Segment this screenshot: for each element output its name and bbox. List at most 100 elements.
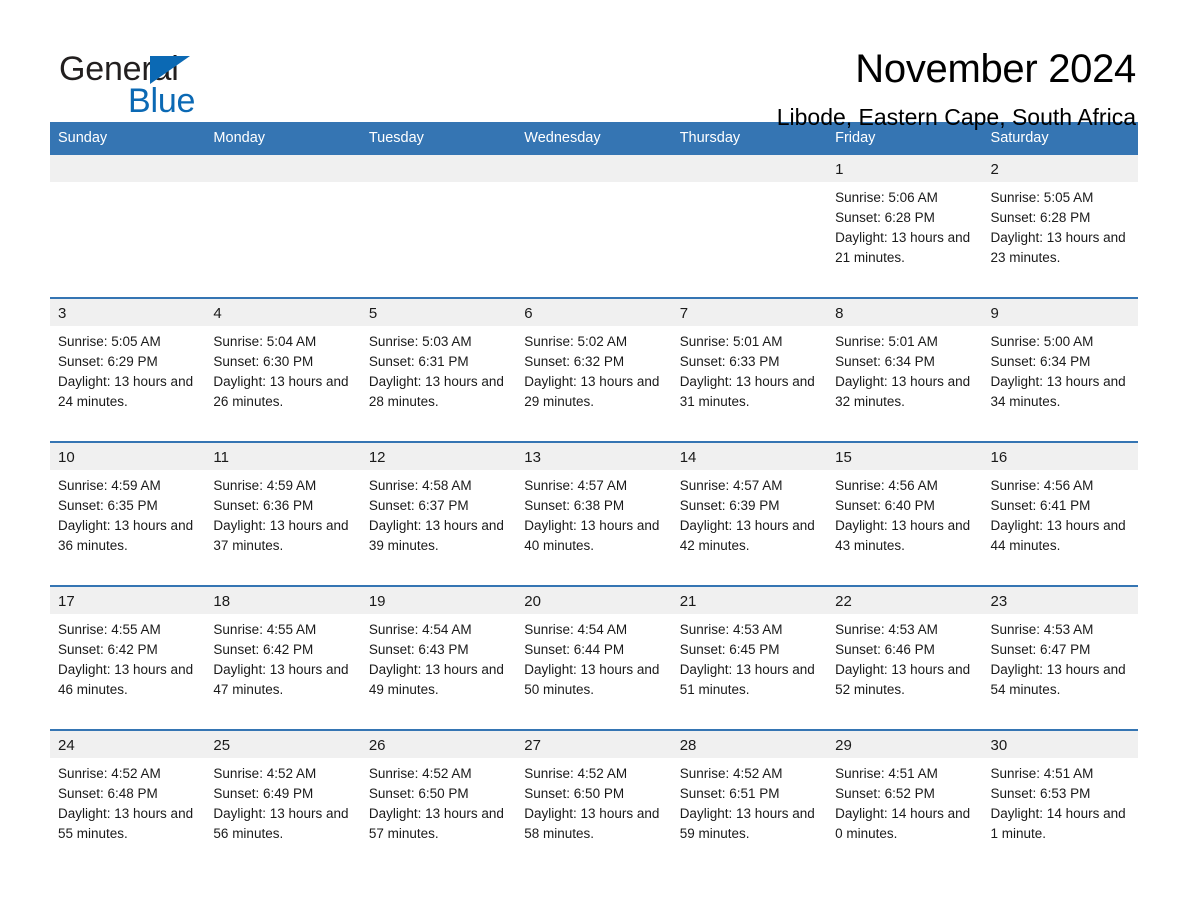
day-cell-inner: 5 Sunrise: 5:03 AM Sunset: 6:31 PM Daylight… <box>360 299 517 432</box>
calendar-week-row: 10 Sunrise: 4:59 AM Sunset: 6:35 PM Dayligh… <box>50 441 1138 576</box>
week-spacer <box>50 288 1138 298</box>
calendar-day-cell[interactable]: 2 Sunrise: 5:05 AM Sunset: 6:28 PM Daylight… <box>982 155 1138 288</box>
sunrise-text: Sunrise: 4:56 AM <box>835 478 938 493</box>
daylight-text: Daylight: 13 hours and 59 minutes. <box>679 806 815 841</box>
day-number: 19 <box>360 587 517 614</box>
day-cell-inner: 12 Sunrise: 4:58 AM Sunset: 6:37 PM Dayligh… <box>360 443 517 576</box>
daylight-text: Daylight: 13 hours and 32 minutes. <box>835 374 971 409</box>
day-cell-inner: 26 Sunrise: 4:52 AM Sunset: 6:50 PM Dayligh… <box>360 731 517 864</box>
sunrise-text: Sunrise: 4:53 AM <box>990 622 1094 637</box>
calendar-day-cell[interactable]: 7 Sunrise: 5:01 AM Sunset: 6:33 PM Daylight… <box>671 297 828 432</box>
day-cell-inner: 24 Sunrise: 4:52 AM Sunset: 6:48 PM Dayligh… <box>50 731 206 864</box>
calendar-day-cell[interactable]: 22 Sunrise: 4:53 AM Sunset: 6:46 PM Dayligh… <box>827 585 983 720</box>
sunset-text: Sunset: 6:34 PM <box>835 354 935 369</box>
daylight-text: Daylight: 13 hours and 26 minutes. <box>213 374 349 409</box>
calendar-day-cell[interactable]: 18 Sunrise: 4:55 AM Sunset: 6:42 PM Dayligh… <box>205 585 361 720</box>
daylight-text: Daylight: 13 hours and 40 minutes. <box>524 518 660 553</box>
day-number: 4 <box>205 299 361 326</box>
calendar-day-cell[interactable]: 3 Sunrise: 5:05 AM Sunset: 6:29 PM Daylight… <box>50 297 206 432</box>
calendar-day-cell[interactable]: 5 Sunrise: 5:03 AM Sunset: 6:31 PM Daylight… <box>360 297 517 432</box>
calendar-day-cell[interactable]: 13 Sunrise: 4:57 AM Sunset: 6:38 PM Dayligh… <box>516 441 672 576</box>
sunset-text: Sunset: 6:42 PM <box>58 642 158 657</box>
week-spacer-row <box>50 720 1138 730</box>
calendar-day-cell[interactable]: 30 Sunrise: 4:51 AM Sunset: 6:53 PM Dayligh… <box>982 729 1138 864</box>
sunset-text: Sunset: 6:43 PM <box>368 642 469 657</box>
day-cell-inner: 17 Sunrise: 4:55 AM Sunset: 6:42 PM Dayligh… <box>50 587 206 720</box>
calendar-week-row: 17 Sunrise: 4:55 AM Sunset: 6:42 PM Dayligh… <box>50 585 1138 720</box>
day-details <box>50 182 205 188</box>
calendar-day-cell[interactable]: 8 Sunrise: 5:01 AM Sunset: 6:34 PM Daylight… <box>827 297 983 432</box>
calendar-day-cell[interactable]: 16 Sunrise: 4:56 AM Sunset: 6:41 PM Dayligh… <box>982 441 1138 576</box>
calendar-day-cell[interactable]: 17 Sunrise: 4:55 AM Sunset: 6:42 PM Dayligh… <box>50 585 206 720</box>
sunrise-text: Sunrise: 4:54 AM <box>524 622 628 637</box>
day-details: Sunrise: 4:54 AM Sunset: 6:44 PM Daylight:… <box>516 614 671 700</box>
calendar-day-cell[interactable]: 25 Sunrise: 4:52 AM Sunset: 6:49 PM Dayligh… <box>205 729 361 864</box>
calendar-week-row: 1 Sunrise: 5:06 AM Sunset: 6:28 PM Daylight… <box>50 155 1138 288</box>
calendar-day-cell[interactable]: 6 Sunrise: 5:02 AM Sunset: 6:32 PM Daylight… <box>516 297 672 432</box>
daylight-text: Daylight: 13 hours and 52 minutes. <box>835 662 971 697</box>
day-cell-inner <box>205 155 361 288</box>
calendar-day-cell[interactable]: 15 Sunrise: 4:56 AM Sunset: 6:40 PM Dayligh… <box>827 441 983 576</box>
sunrise-text: Sunrise: 4:52 AM <box>368 766 472 781</box>
day-details: Sunrise: 4:55 AM Sunset: 6:42 PM Daylight:… <box>205 614 360 700</box>
week-spacer <box>50 432 1138 442</box>
daylight-text: Daylight: 13 hours and 44 minutes. <box>990 518 1126 553</box>
day-cell-inner: 23 Sunrise: 4:53 AM Sunset: 6:47 PM Dayligh… <box>982 587 1138 720</box>
calendar-day-cell <box>205 155 361 288</box>
day-number <box>205 155 361 182</box>
calendar-day-cell[interactable]: 24 Sunrise: 4:52 AM Sunset: 6:48 PM Dayligh… <box>50 729 206 864</box>
sunrise-text: Sunrise: 5:04 AM <box>213 334 317 349</box>
day-details: Sunrise: 4:57 AM Sunset: 6:38 PM Daylight:… <box>516 470 671 556</box>
calendar-day-cell[interactable]: 11 Sunrise: 4:59 AM Sunset: 6:36 PM Dayligh… <box>205 441 361 576</box>
daylight-text: Daylight: 13 hours and 51 minutes. <box>679 662 815 697</box>
sunset-text: Sunset: 6:32 PM <box>524 354 625 369</box>
sunrise-text: Sunrise: 4:57 AM <box>524 478 628 493</box>
day-number <box>516 155 672 182</box>
calendar-day-cell[interactable]: 21 Sunrise: 4:53 AM Sunset: 6:45 PM Dayligh… <box>671 585 828 720</box>
calendar-day-cell[interactable]: 29 Sunrise: 4:51 AM Sunset: 6:52 PM Dayligh… <box>827 729 983 864</box>
calendar-day-cell[interactable]: 12 Sunrise: 4:58 AM Sunset: 6:37 PM Dayligh… <box>360 441 517 576</box>
general-blue-logo[interactable]: General Blue <box>50 46 250 122</box>
calendar-day-cell[interactable]: 27 Sunrise: 4:52 AM Sunset: 6:50 PM Dayligh… <box>516 729 672 864</box>
day-cell-inner <box>360 155 517 288</box>
calendar-day-cell[interactable]: 10 Sunrise: 4:59 AM Sunset: 6:35 PM Dayligh… <box>50 441 206 576</box>
day-number: 28 <box>671 731 828 758</box>
sunrise-text: Sunrise: 4:51 AM <box>990 766 1094 781</box>
sunrise-text: Sunrise: 4:55 AM <box>58 622 161 637</box>
calendar-day-cell[interactable]: 20 Sunrise: 4:54 AM Sunset: 6:44 PM Dayligh… <box>516 585 672 720</box>
day-details: Sunrise: 5:02 AM Sunset: 6:32 PM Daylight:… <box>516 326 671 412</box>
sunset-text: Sunset: 6:44 PM <box>524 642 625 657</box>
day-number: 20 <box>516 587 672 614</box>
calendar-day-cell[interactable]: 19 Sunrise: 4:54 AM Sunset: 6:43 PM Dayligh… <box>360 585 517 720</box>
week-spacer-row <box>50 432 1138 442</box>
daylight-text: Daylight: 13 hours and 39 minutes. <box>368 518 504 553</box>
day-number: 15 <box>827 443 983 470</box>
day-details: Sunrise: 4:52 AM Sunset: 6:50 PM Daylight:… <box>361 758 516 844</box>
page-masthead: General Blue November 2024 Libode, Easte… <box>50 0 1138 130</box>
day-number: 22 <box>827 587 983 614</box>
day-number: 12 <box>360 443 517 470</box>
sunset-text: Sunset: 6:50 PM <box>524 786 625 801</box>
sunrise-text: Sunrise: 4:55 AM <box>213 622 317 637</box>
calendar-day-cell[interactable]: 26 Sunrise: 4:52 AM Sunset: 6:50 PM Dayligh… <box>360 729 517 864</box>
daylight-text: Daylight: 13 hours and 56 minutes. <box>213 806 349 841</box>
calendar-day-cell[interactable]: 1 Sunrise: 5:06 AM Sunset: 6:28 PM Daylight… <box>827 155 983 288</box>
daylight-text: Daylight: 13 hours and 57 minutes. <box>368 806 504 841</box>
daylight-text: Daylight: 13 hours and 49 minutes. <box>368 662 504 697</box>
calendar-day-cell[interactable]: 14 Sunrise: 4:57 AM Sunset: 6:39 PM Dayligh… <box>671 441 828 576</box>
calendar-day-cell[interactable]: 4 Sunrise: 5:04 AM Sunset: 6:30 PM Daylight… <box>205 297 361 432</box>
day-number: 9 <box>982 299 1138 326</box>
day-cell-inner: 27 Sunrise: 4:52 AM Sunset: 6:50 PM Dayligh… <box>516 731 672 864</box>
calendar-day-cell[interactable]: 9 Sunrise: 5:00 AM Sunset: 6:34 PM Daylight… <box>982 297 1138 432</box>
calendar-day-cell[interactable]: 28 Sunrise: 4:52 AM Sunset: 6:51 PM Dayligh… <box>671 729 828 864</box>
location-subtitle: Libode, Eastern Cape, South Africa <box>776 104 1136 130</box>
day-details: Sunrise: 4:57 AM Sunset: 6:39 PM Daylight:… <box>672 470 827 556</box>
sunset-text: Sunset: 6:30 PM <box>213 354 314 369</box>
day-details <box>672 182 827 188</box>
daylight-text: Daylight: 13 hours and 42 minutes. <box>679 518 815 553</box>
day-cell-inner: 13 Sunrise: 4:57 AM Sunset: 6:38 PM Dayligh… <box>516 443 672 576</box>
day-number: 5 <box>360 299 517 326</box>
calendar-day-cell[interactable]: 23 Sunrise: 4:53 AM Sunset: 6:47 PM Dayligh… <box>982 585 1138 720</box>
day-cell-inner: 22 Sunrise: 4:53 AM Sunset: 6:46 PM Dayligh… <box>827 587 983 720</box>
day-details <box>205 182 360 188</box>
